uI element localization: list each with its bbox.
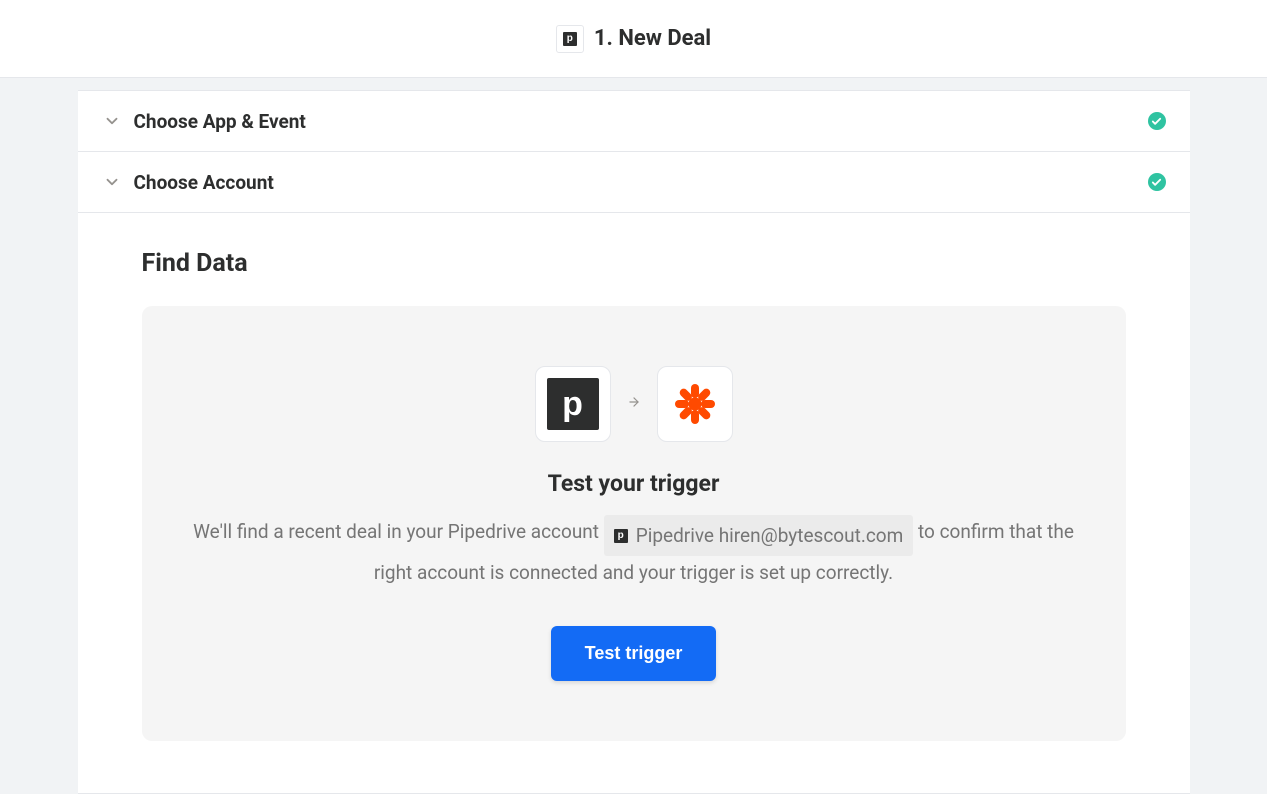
find-data-section: Find Data p xyxy=(78,213,1190,794)
test-trigger-heading: Test your trigger xyxy=(186,470,1082,497)
test-trigger-description: We'll find a recent deal in your Pipedri… xyxy=(186,515,1082,590)
test-trigger-card: p xyxy=(142,306,1126,741)
test-trigger-button[interactable]: Test trigger xyxy=(551,626,717,681)
find-data-title: Find Data xyxy=(142,249,1126,278)
app-icons-row: p xyxy=(186,366,1082,442)
check-icon xyxy=(1148,112,1166,130)
zapier-icon xyxy=(671,380,719,428)
pipedrive-icon: p xyxy=(614,529,628,543)
account-label: Pipedrive hiren@bytescout.com xyxy=(636,519,904,552)
choose-account-label: Choose Account xyxy=(134,171,274,194)
description-part-1: We'll find a recent deal in your Pipedri… xyxy=(193,520,604,543)
page-header: p 1. New Deal xyxy=(0,0,1267,78)
target-app-icon-box xyxy=(657,366,733,442)
arrow-right-icon xyxy=(627,395,641,413)
choose-app-event-row[interactable]: Choose App & Event xyxy=(78,90,1190,152)
check-icon xyxy=(1148,173,1166,191)
account-chip: p Pipedrive hiren@bytescout.com xyxy=(604,515,914,556)
choose-account-row[interactable]: Choose Account xyxy=(78,151,1190,213)
choose-app-event-label: Choose App & Event xyxy=(134,110,306,133)
pipedrive-icon: p xyxy=(547,378,599,430)
chevron-down-icon xyxy=(102,172,122,192)
page-title: 1. New Deal xyxy=(594,26,711,51)
pipedrive-icon: p xyxy=(563,32,577,46)
chevron-down-icon xyxy=(102,111,122,131)
header-app-icon-wrapper: p xyxy=(556,25,584,53)
source-app-icon-box: p xyxy=(535,366,611,442)
